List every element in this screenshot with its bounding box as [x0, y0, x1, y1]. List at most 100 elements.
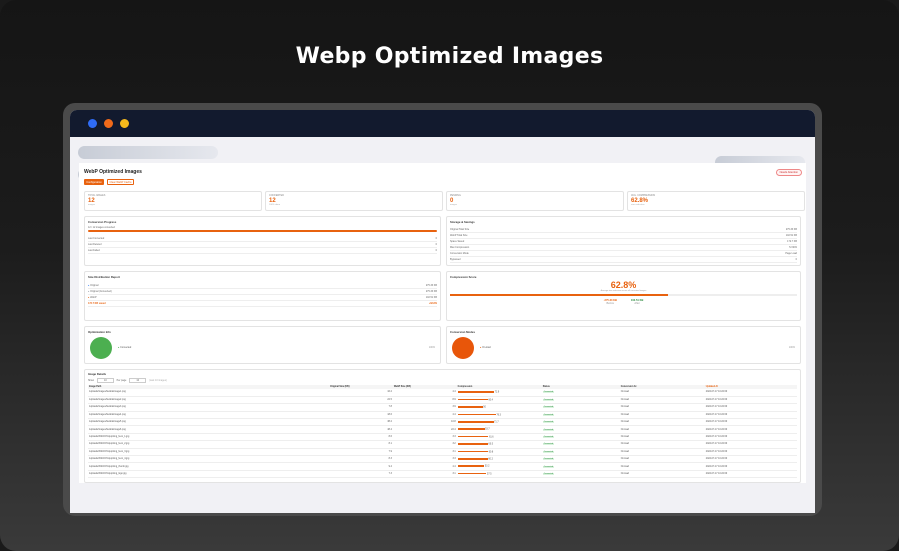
compression-cell: 50 — [456, 403, 542, 412]
panel-title: Compression Score — [450, 275, 477, 279]
conversion-mode: On-load — [619, 411, 705, 420]
table-row[interactable]: /uploads/images/lovableImage3.png 7.8 3.9 … — [88, 403, 797, 412]
original-size: 16.2 — [329, 389, 393, 397]
original-size: 7.3 — [329, 470, 393, 479]
status-badge: Converted — [542, 399, 554, 402]
status-badge: Converted — [542, 413, 554, 416]
score-bar — [450, 294, 668, 296]
updated-at: 2024-07-17 10:22:00 — [704, 455, 797, 464]
image-path: /uploads/images/lovableImage4.png — [88, 411, 330, 420]
updated-at: 2024-07-17 10:22:00 — [704, 389, 797, 397]
table-row[interactable]: /uploads/2024/07/wpoptimg_hero_2.jpg 8.1 3… — [88, 440, 797, 449]
stat-label: Converted — [269, 194, 284, 197]
plugin-dashboard: WebP Optimized Images Needs Attention Co… — [79, 163, 806, 483]
status-badge: Converted — [542, 428, 554, 431]
stat-card-pending: Pending 0 images — [446, 191, 624, 211]
show-select[interactable]: 10 — [96, 378, 114, 383]
conversion-progress-panel: Conversion Progress 12 / 12 images conve… — [84, 216, 441, 266]
webp-size: 10.8 — [392, 418, 457, 427]
updated-at: 2024-07-17 10:22:00 — [704, 470, 797, 479]
table-row[interactable]: /uploads/images/lovableImage5.png 38.2 10.… — [88, 418, 797, 427]
storage-savings-panel: Storage & Savings Original Total Size 275… — [446, 216, 801, 266]
updated-at: 2024-07-17 10:22:00 — [704, 448, 797, 457]
status-badge: Converted — [542, 458, 554, 461]
updated-at: 2024-07-17 10:22:00 — [704, 462, 797, 471]
webp-size: 4.4 — [392, 462, 457, 471]
original-size: 9.4 — [329, 462, 393, 471]
table-controls: Show 10 Per page 10 (Last 10 images) — [88, 378, 167, 383]
stat-sub: images — [88, 204, 96, 206]
table-row[interactable]: /uploads/2024/07/wpoptimg_hero_3.jpg 7.9 3… — [88, 448, 797, 457]
image-path: /uploads/2024/07/wpoptimg_thumb.jpg — [88, 462, 330, 471]
compression-cell: 60.5 — [456, 440, 542, 449]
image-path: /uploads/images/lovableImage3.png — [88, 403, 330, 412]
stat-sub: images — [450, 204, 458, 206]
status-badge: Needs Attention — [775, 169, 802, 176]
conversion-mode-right-value: 100% — [788, 346, 795, 349]
compression-cell: 60.8 — [456, 448, 542, 457]
status-cell: Converted — [541, 389, 620, 397]
window-dot-yellow[interactable] — [120, 119, 129, 128]
webp-size: 3.2 — [392, 440, 457, 449]
image-path: /uploads/2024/07/wpoptimg_hero_3.jpg — [88, 448, 330, 457]
compression-bar — [457, 398, 488, 401]
status-cell: Converted — [541, 396, 620, 405]
conversion-mode: On-load — [619, 470, 705, 479]
compression-cell: 71.7 — [456, 418, 542, 427]
table-row[interactable]: /uploads/2024/07/wpoptimg_thumb.jpg 9.4 4.… — [88, 462, 797, 471]
list-item: 172.7 KB saved +62.8% — [88, 302, 437, 307]
updated-at: 2024-07-17 10:22:00 — [704, 433, 797, 442]
original-size: 7.8 — [329, 403, 393, 412]
updated-at: 2024-07-17 10:22:00 — [704, 425, 797, 434]
device-frame: WebP Optimized Images Needs Attention Co… — [63, 103, 822, 516]
conversion-mode: On-load — [619, 403, 705, 412]
compression-score-panel: Compression Score 62.8% Average size red… — [446, 271, 801, 321]
configuration-button[interactable]: Configuration — [84, 179, 104, 185]
status-cell: Converted — [541, 448, 620, 457]
webp-size: 3.3 — [392, 433, 457, 442]
status-badge: Converted — [542, 465, 554, 468]
table-row[interactable]: /uploads/images/lovableImage2.png 22.5 8.9… — [88, 396, 797, 405]
table-row[interactable]: /uploads/2024/07/wpoptimg_logo.jpg 7.3 3.1… — [88, 470, 797, 479]
perpage-select[interactable]: 10 — [129, 378, 147, 383]
conversion-modes-panel: Conversion Modes ● On-load 100% — [446, 326, 801, 364]
window-dot-blue[interactable] — [88, 119, 97, 128]
image-path: /uploads/images/lovableImage5.png — [88, 418, 330, 427]
table-row[interactable]: /uploads/2024/07/wpoptimg_hero_1.jpg 8.6 3… — [88, 433, 797, 442]
original-size: 8.3 — [329, 455, 393, 464]
table-row[interactable]: /uploads/2024/07/wpoptimg_hero_4.jpg 8.3 3… — [88, 455, 797, 464]
conversion-mode: On-load — [619, 462, 705, 471]
stat-sub: 100% done — [269, 204, 281, 206]
panel-title: Size Distribution Report — [88, 275, 120, 279]
compression-bar — [457, 391, 495, 393]
status-cell: Converted — [541, 425, 620, 434]
conversion-progress-bar — [88, 230, 437, 232]
clear-cache-button[interactable]: Clear WebP Cache — [107, 179, 134, 185]
panel-title: Conversion Modes — [450, 330, 476, 334]
status-badge: Converted — [542, 450, 554, 453]
webp-size: 3.3 — [392, 455, 457, 464]
page-title: WebP Optimized Images — [84, 169, 142, 175]
status-badge: Converted — [542, 436, 554, 439]
updated-at: 2024-07-17 10:22:00 — [704, 440, 797, 449]
table-row[interactable]: /uploads/images/lovableImage1.png 16.2 4.4… — [88, 389, 797, 397]
stat-label: Pending — [450, 194, 461, 197]
conversion-mode: On-load — [619, 418, 705, 427]
status-cell: Converted — [541, 470, 620, 479]
window-dot-orange[interactable] — [104, 119, 113, 128]
updated-at: 2024-07-17 10:22:00 — [704, 418, 797, 427]
conversion-mode-legend: ● On-load — [480, 346, 491, 349]
status-cell: Converted — [541, 411, 620, 420]
original-size: 22.5 — [329, 396, 393, 405]
compression-cell: 57.5 — [456, 470, 542, 479]
conversion-mode: On-load — [619, 440, 705, 449]
table-row[interactable]: /uploads/images/lovableImage6.png 48.4 22.… — [88, 425, 797, 434]
webp-size: 3.9 — [392, 403, 457, 412]
status-badge: Converted — [542, 443, 554, 446]
original-size: 38.2 — [329, 418, 393, 427]
panel-title: Optimization Info — [88, 330, 111, 334]
table-row[interactable]: /uploads/images/lovableImage4.png 18.6 4.4… — [88, 411, 797, 420]
compression-bar — [457, 458, 488, 460]
optimization-legend: ● Converted — [118, 346, 132, 349]
compression-bar — [457, 413, 496, 416]
